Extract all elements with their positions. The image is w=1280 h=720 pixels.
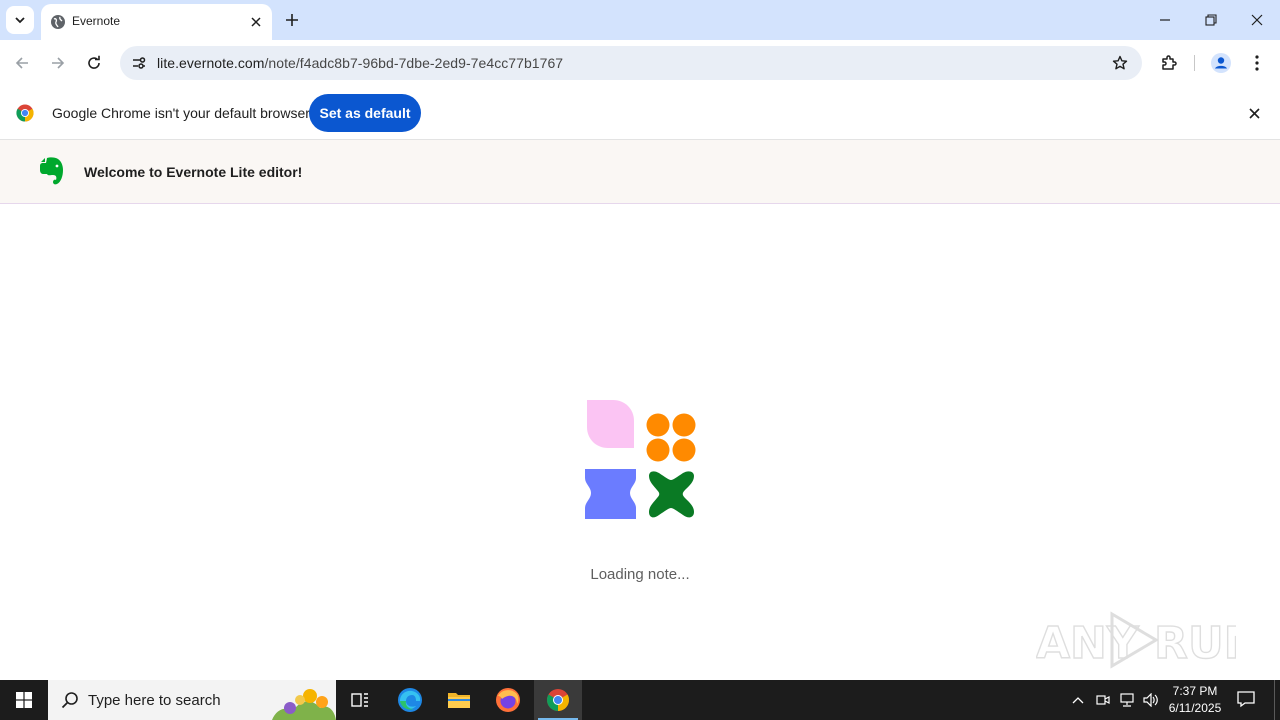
restore-button[interactable]	[1188, 0, 1234, 40]
close-icon	[251, 17, 261, 27]
reload-button[interactable]	[80, 49, 108, 77]
reload-icon	[88, 55, 100, 69]
edge-icon	[398, 688, 422, 712]
firefox-icon	[496, 688, 520, 712]
close-icon	[1251, 14, 1263, 26]
plus-icon	[286, 14, 298, 26]
evernote-elephant-icon	[40, 157, 63, 185]
tab-strip: Evernote	[0, 0, 1280, 40]
extensions-icon	[1162, 55, 1177, 70]
show-desktop-button[interactable]	[1274, 680, 1280, 720]
network-icon	[1120, 693, 1134, 707]
loading-animation	[585, 400, 696, 519]
toolbar-divider	[1194, 55, 1195, 71]
start-button[interactable]	[0, 680, 48, 720]
profile-icon	[1211, 53, 1231, 73]
default-browser-infobar: Google Chrome isn't your default browser…	[0, 86, 1280, 140]
extensions-button[interactable]	[1155, 49, 1183, 77]
close-icon	[1248, 107, 1260, 119]
tray-meet-now[interactable]	[1093, 690, 1113, 710]
profile-button[interactable]	[1207, 49, 1235, 77]
search-icon	[61, 692, 78, 709]
site-info-button[interactable]	[128, 52, 150, 74]
browser-toolbar: lite.evernote.com/note/f4adc8b7-96bd-7db…	[0, 40, 1280, 86]
notifications-button[interactable]	[1236, 690, 1258, 710]
chrome-menu-button[interactable]	[1243, 49, 1271, 77]
url-host: lite.evernote.com	[157, 55, 265, 71]
infobar-message: Google Chrome isn't your default browser	[52, 105, 310, 121]
minimize-button[interactable]	[1142, 0, 1188, 40]
url-path: /note/f4adc8b7-96bd-7dbe-2ed9-7e4cc77b17…	[264, 55, 564, 71]
clock-date: 6/11/2025	[1168, 701, 1222, 715]
tab-evernote[interactable]: Evernote	[41, 4, 272, 40]
file-explorer-taskbar-button[interactable]	[435, 680, 483, 720]
back-button[interactable]	[8, 49, 36, 77]
tab-search-button[interactable]	[6, 6, 34, 34]
firefox-taskbar-button[interactable]	[484, 680, 532, 720]
site-info-icon	[133, 57, 146, 69]
menu-icon	[1255, 55, 1259, 71]
globe-icon	[51, 15, 65, 29]
forward-icon	[52, 57, 65, 69]
windows-taskbar: Type here to search 7:37 PM 6/11/2025	[0, 680, 1280, 720]
tab-title: Evernote	[72, 14, 121, 28]
green-clover-shape	[649, 471, 694, 518]
taskbar-clock[interactable]: 7:37 PM 6/11/2025	[1162, 683, 1228, 717]
back-icon	[15, 57, 28, 69]
orange-flower-shape	[646, 413, 696, 462]
edge-taskbar-button[interactable]	[386, 680, 434, 720]
notification-icon	[1237, 691, 1255, 708]
chrome-logo-icon	[16, 104, 34, 122]
watermark-text: ANY RUN	[1036, 618, 1236, 669]
tray-network[interactable]	[1117, 690, 1137, 710]
restore-icon	[1205, 14, 1217, 26]
star-icon	[1112, 55, 1128, 70]
forward-button[interactable]	[44, 49, 72, 77]
minimize-icon	[1160, 19, 1170, 21]
taskbar-search-box[interactable]: Type here to search	[48, 680, 336, 720]
search-highlight-illustration	[272, 689, 336, 720]
window-close-button[interactable]	[1234, 0, 1280, 40]
chevron-down-icon	[15, 17, 25, 24]
infobar-close-button[interactable]	[1244, 103, 1264, 123]
welcome-banner: Welcome to Evernote Lite editor!	[0, 140, 1280, 204]
meet-now-icon	[1096, 695, 1110, 705]
chrome-icon	[547, 689, 569, 711]
blue-wave-shape	[585, 469, 636, 519]
bookmark-button[interactable]	[1110, 53, 1130, 73]
set-as-default-button[interactable]: Set as default	[309, 94, 421, 132]
welcome-title: Welcome to Evernote Lite editor!	[84, 164, 303, 180]
search-placeholder: Type here to search	[88, 692, 221, 709]
task-view-button[interactable]	[336, 680, 384, 720]
chevron-up-icon	[1072, 697, 1084, 704]
loading-status: Loading note...	[590, 566, 690, 583]
chrome-taskbar-button[interactable]	[534, 680, 582, 720]
clock-time: 7:37 PM	[1172, 684, 1218, 698]
url-text[interactable]: lite.evernote.com/note/f4adc8b7-96bd-7db…	[157, 55, 563, 71]
tray-overflow-button[interactable]	[1068, 690, 1088, 710]
pink-leaf-shape	[587, 400, 634, 448]
windows-logo-icon	[16, 692, 32, 708]
address-bar[interactable]: lite.evernote.com/note/f4adc8b7-96bd-7db…	[120, 46, 1142, 80]
volume-icon	[1143, 693, 1158, 707]
anyrun-watermark: ANY RUN	[1036, 611, 1236, 670]
tab-close-button[interactable]	[246, 12, 266, 32]
task-view-icon	[351, 693, 368, 707]
folder-icon	[448, 693, 470, 708]
new-tab-button[interactable]	[280, 8, 304, 32]
tray-volume[interactable]	[1141, 690, 1161, 710]
